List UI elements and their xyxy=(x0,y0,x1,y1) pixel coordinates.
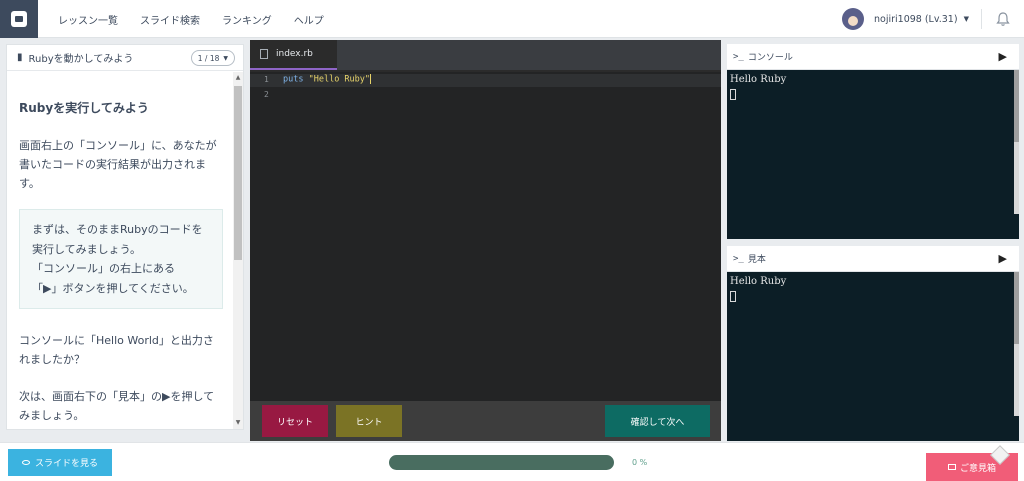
code-input[interactable]: 1 2 puts "Hello Ruby" xyxy=(250,72,721,402)
editor-footer: リセット ヒント 確認して次へ xyxy=(250,401,721,441)
nav-help[interactable]: ヘルプ xyxy=(294,12,324,27)
run-console-button[interactable]: ▶ xyxy=(999,50,1007,63)
header-divider xyxy=(981,9,982,29)
user-menu[interactable]: nojiri1098 (Lv.31) ▼ xyxy=(842,6,969,32)
instruction-line: 実行してみましょう。 xyxy=(32,242,142,256)
console-output-line: Hello Ruby xyxy=(730,74,787,85)
console-panel: >_ コンソール ▶ Hello Ruby xyxy=(727,44,1019,239)
slide-panel: ▮ Rubyを動かしてみよう 1 / 18 ▼ Rubyを実行してみよう 画面右… xyxy=(6,44,244,430)
sample-panel: >_ 見本 ▶ Hello Ruby xyxy=(727,246,1019,441)
sample-scrollbar[interactable] xyxy=(1014,272,1019,416)
main-nav: レッスン一覧 スライド検索 ランキング ヘルプ xyxy=(58,0,346,38)
slide-paragraph: コンソールに「Hello World」と出力されましたか？ xyxy=(19,334,214,366)
slide-title: Rubyを実行してみよう xyxy=(19,101,149,115)
slide-panel-header: ▮ Rubyを動かしてみよう 1 / 18 ▼ xyxy=(7,45,243,71)
console-output: Hello Ruby xyxy=(727,70,1019,108)
instruction-line: まずは、そのままRubyのコードを xyxy=(32,223,203,236)
slide-paragraph: 次は、画面右下の「見本」の▶を押してみましょう。 xyxy=(19,390,215,422)
pager-label: 1 / 18 xyxy=(197,53,220,63)
scroll-thumb[interactable] xyxy=(1014,272,1019,344)
chevron-down-icon: ▼ xyxy=(963,15,969,23)
scroll-up-icon[interactable]: ▲ xyxy=(233,72,243,84)
slide-content: Rubyを実行してみよう 画面右上の「コンソール」に、あなたが書いたコードの実行… xyxy=(7,72,235,429)
console-title: コンソール xyxy=(747,53,793,63)
run-sample-button[interactable]: ▶ xyxy=(999,252,1007,265)
hint-button[interactable]: ヒント xyxy=(336,405,402,437)
line-number: 2 xyxy=(264,90,269,99)
view-slides-label: スライドを見る xyxy=(34,459,98,469)
slide-paragraph: 画面右上の「コンソール」に、あなたが書いたコードの実行結果が出力されます。 xyxy=(19,139,217,190)
terminal-cursor xyxy=(730,291,736,302)
eye-icon xyxy=(21,460,30,465)
avatar xyxy=(842,8,864,30)
terminal-icon: >_ xyxy=(733,51,744,62)
chevron-down-icon: ▼ xyxy=(223,54,228,62)
text-cursor xyxy=(370,74,372,84)
view-slides-button[interactable]: スライドを見る xyxy=(8,449,112,476)
code-line: puts "Hello Ruby" xyxy=(283,74,372,85)
user-name: nojiri1098 (Lv.31) xyxy=(874,13,958,25)
top-header: レッスン一覧 スライド検索 ランキング ヘルプ nojiri1098 (Lv.3… xyxy=(0,0,1024,38)
code-string: "Hello Ruby" xyxy=(308,74,371,85)
sample-header: >_ 見本 ▶ xyxy=(727,246,1019,272)
bottom-bar: スライドを見る 0 % ご意見箱 xyxy=(0,442,1024,481)
console-header: >_ コンソール ▶ xyxy=(727,44,1019,70)
nav-lessons[interactable]: レッスン一覧 xyxy=(58,12,118,27)
slide-scrollbar[interactable]: ▲ ▼ xyxy=(233,72,243,429)
code-keyword: puts xyxy=(283,74,304,85)
progress-bar xyxy=(389,455,614,470)
line-number: 1 xyxy=(264,75,269,84)
console-scrollbar[interactable] xyxy=(1014,70,1019,214)
instruction-line: 「▶」ボタンを押してください。 xyxy=(32,281,194,295)
scroll-down-icon[interactable]: ▼ xyxy=(233,417,243,429)
lesson-title: Rubyを動かしてみよう xyxy=(28,54,134,65)
sample-output: Hello Ruby xyxy=(727,272,1019,310)
tab-label: index.rb xyxy=(276,49,313,59)
progress-label: 0 % xyxy=(632,458,648,467)
bell-icon[interactable] xyxy=(996,11,1010,27)
scroll-thumb[interactable] xyxy=(1014,70,1019,142)
book-icon: ▮ xyxy=(17,52,23,63)
sample-title: 見本 xyxy=(747,255,766,265)
reset-button[interactable]: リセット xyxy=(262,405,328,437)
scroll-thumb[interactable] xyxy=(234,86,242,260)
mail-icon xyxy=(947,464,956,470)
nav-slide-search[interactable]: スライド検索 xyxy=(140,12,200,27)
terminal-icon: >_ xyxy=(733,253,744,264)
editor-tabs: index.rb xyxy=(250,40,721,70)
nav-ranking[interactable]: ランキング xyxy=(222,12,272,27)
instruction-line: 「コンソール」の右上にある xyxy=(32,262,175,275)
slide-pager[interactable]: 1 / 18 ▼ xyxy=(190,50,235,66)
check-next-button[interactable]: 確認して次へ xyxy=(605,405,710,437)
tab-index-rb[interactable]: index.rb xyxy=(250,40,337,70)
sample-output-line: Hello Ruby xyxy=(730,276,787,287)
file-icon xyxy=(260,49,268,59)
feedback-label: ご意見箱 xyxy=(959,463,996,474)
instruction-box: まずは、そのままRubyのコードを 実行してみましょう。 「コンソール」の右上に… xyxy=(19,209,223,309)
logo[interactable] xyxy=(0,0,38,38)
code-editor: index.rb 1 2 puts "Hello Ruby" リセット ヒント … xyxy=(250,40,721,441)
terminal-cursor xyxy=(730,89,736,100)
logo-icon xyxy=(11,11,27,27)
